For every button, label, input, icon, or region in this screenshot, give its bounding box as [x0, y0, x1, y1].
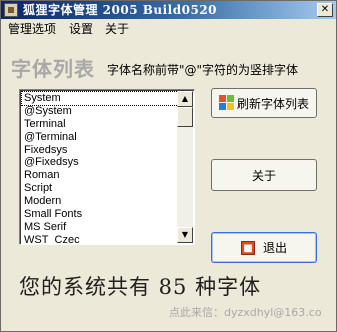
vertical-font-hint: 字体名称前带"@"字符的为竖排字体: [107, 63, 299, 77]
font-count-summary: 您的系统共有 85 种字体: [19, 275, 262, 299]
font-list: System @System Terminal @Terminal Fixeds…: [21, 91, 179, 244]
contact-email-link[interactable]: 点此来信：dyzxdhyl@163.co: [169, 304, 322, 320]
scroll-up-arrow-icon[interactable]: ▲: [177, 91, 193, 107]
list-item[interactable]: @Fixedsys: [22, 156, 178, 169]
font-listbox[interactable]: System @System Terminal @Terminal Fixeds…: [19, 89, 195, 245]
list-item[interactable]: Fixedsys: [22, 144, 178, 157]
list-item[interactable]: Terminal: [22, 118, 178, 131]
list-item[interactable]: @System: [22, 105, 178, 118]
refresh-font-list-button[interactable]: 刷新字体列表: [211, 88, 317, 118]
menu-settings[interactable]: 设置: [69, 20, 93, 38]
list-item[interactable]: Roman: [22, 169, 178, 182]
menu-manage-options[interactable]: 管理选项: [8, 20, 56, 38]
scroll-thumb[interactable]: [177, 107, 193, 127]
list-scrollbar[interactable]: ▲ ▼: [177, 91, 193, 243]
exit-button-label: 退出: [262, 241, 287, 255]
list-item[interactable]: @Terminal: [22, 131, 178, 144]
window-title: 狐狸字体管理 2005 Build0520: [23, 3, 218, 17]
menu-about[interactable]: 关于: [105, 20, 129, 38]
title-bar[interactable]: 狐狸字体管理 2005 Build0520 ✕: [1, 1, 336, 19]
list-item[interactable]: System: [21, 91, 179, 106]
scroll-down-arrow-icon[interactable]: ▼: [177, 227, 193, 243]
about-button-label: 关于: [251, 168, 276, 183]
list-item[interactable]: Modern: [22, 195, 178, 208]
font-list-heading: 字体列表: [11, 57, 95, 81]
list-item[interactable]: MS Serif: [22, 221, 178, 234]
list-item[interactable]: Small Fonts: [22, 208, 178, 221]
exit-button[interactable]: ■ 退出: [211, 232, 317, 263]
list-item[interactable]: WST_Czec: [22, 234, 178, 244]
menu-bar: 管理选项 设置 关于: [1, 20, 336, 38]
refresh-button-label: 刷新字体列表: [236, 96, 309, 111]
about-button[interactable]: 关于: [211, 159, 317, 191]
list-item[interactable]: Script: [22, 182, 178, 195]
windows-flag-icon: [218, 95, 235, 111]
app-icon: [4, 3, 18, 17]
exit-icon: ■: [240, 240, 255, 255]
main-window: 狐狸字体管理 2005 Build0520 ✕ 管理选项 设置 关于 字体列表 …: [0, 0, 337, 332]
close-button[interactable]: ✕: [317, 3, 333, 17]
